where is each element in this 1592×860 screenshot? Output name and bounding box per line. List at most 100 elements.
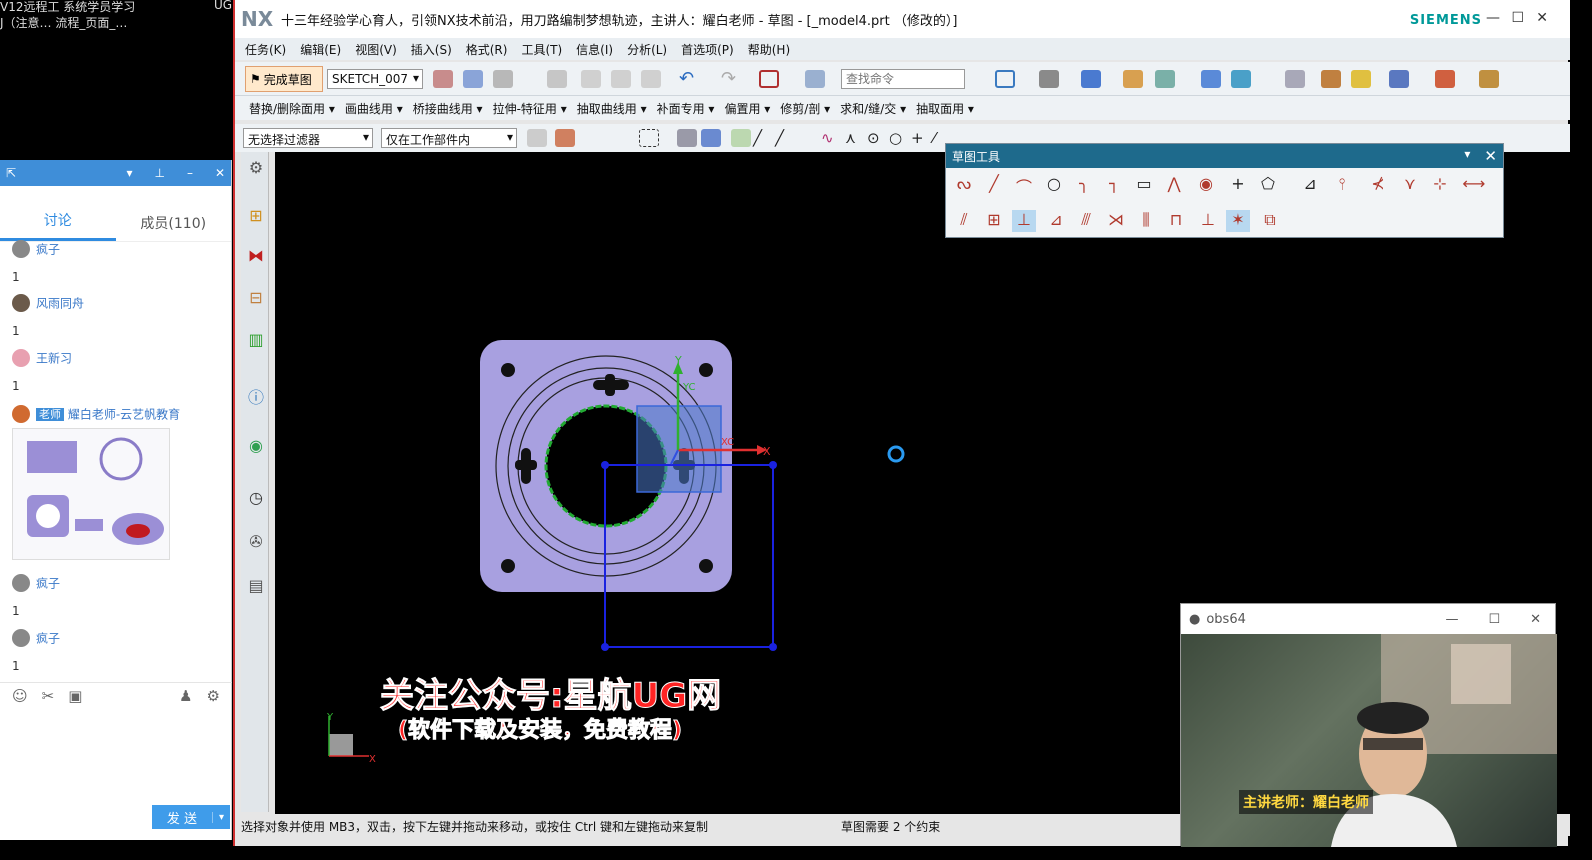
dimension-icon[interactable]: ⟷ (1462, 174, 1486, 196)
scope-select[interactable]: 仅在工作部件内 (381, 128, 517, 148)
shaded-icon[interactable] (1081, 70, 1101, 88)
menu-format[interactable]: 格式(R) (466, 41, 508, 58)
select-all-icon[interactable] (555, 129, 575, 147)
menu-view[interactable]: 视图(V) (355, 41, 397, 58)
fit-view-icon[interactable] (995, 70, 1015, 88)
tab-members[interactable]: 成员(110) (116, 213, 232, 241)
snap-line-icon[interactable]: ╱ (753, 129, 773, 147)
info-icon[interactable]: ⓘ (245, 384, 267, 407)
sketch-name-select[interactable]: SKETCH_007 (327, 69, 423, 89)
show-constraints-icon[interactable]: ⋊ (1104, 210, 1128, 232)
solid-select-icon[interactable] (677, 129, 697, 147)
snap-intersect-icon[interactable]: ⋏ (845, 129, 865, 147)
share-icon[interactable]: ⇱ (6, 166, 16, 180)
convert-reference-icon[interactable]: ⊓ (1164, 210, 1188, 232)
grid-icon[interactable] (1435, 70, 1455, 88)
menu-analysis[interactable]: 分析(L) (627, 41, 667, 58)
paste-icon[interactable] (641, 70, 661, 88)
geometric-constraint-icon[interactable]: ⊿ (1044, 210, 1068, 232)
snap-center-icon[interactable]: ⊙ (867, 129, 887, 147)
toolbar-bridge-curve[interactable]: 桥接曲线用 ▾ (413, 100, 483, 117)
snap-control-icon[interactable]: ∿ (821, 129, 841, 147)
menu-insert[interactable]: 插入(S) (411, 41, 452, 58)
point-icon[interactable]: + (1226, 174, 1250, 196)
quick-trim-icon[interactable]: ⊿ (1298, 174, 1322, 196)
save-icon[interactable] (547, 70, 567, 88)
snap-endpoint-icon[interactable] (731, 129, 751, 147)
snap-midpoint-icon[interactable]: ╱ (775, 129, 795, 147)
menu-preferences[interactable]: 首选项(P) (681, 41, 734, 58)
pattern-icon[interactable]: ⊞ (982, 210, 1006, 232)
alternate-solution-icon[interactable]: ⊥ (1196, 210, 1220, 232)
mirror-curve-icon[interactable]: ⊥ (1012, 210, 1036, 232)
pin-icon[interactable]: ⊥ (154, 166, 164, 180)
polygon-icon[interactable]: ⬠ (1256, 174, 1280, 196)
minimize-icon[interactable]: — (1445, 612, 1458, 627)
gear-icon[interactable]: ⚙ (245, 158, 267, 180)
chamfer-icon[interactable]: ┐ (1102, 174, 1126, 196)
circle-icon[interactable]: ○ (1042, 174, 1066, 196)
menu-help[interactable]: 帮助(H) (748, 41, 790, 58)
copy-icon[interactable] (611, 70, 631, 88)
section-icon[interactable] (1201, 70, 1221, 88)
table-icon[interactable] (1285, 70, 1305, 88)
close-icon[interactable]: ✕ (1484, 147, 1497, 165)
rectangle-icon[interactable]: ▭ (1132, 174, 1156, 196)
view-icon[interactable] (1155, 70, 1175, 88)
rectangle-select-icon[interactable] (639, 129, 659, 147)
toolbar-boolean[interactable]: 求和/缝/交 ▾ (840, 100, 906, 117)
derived-line-icon[interactable]: ⋎ (1398, 174, 1422, 196)
finish-sketch-button[interactable]: ⚑ 完成草图 (245, 66, 323, 92)
send-options-icon[interactable]: ▾ (212, 811, 230, 823)
dimension-icon[interactable] (1479, 70, 1499, 88)
polyline-icon[interactable]: ⋀ (1162, 174, 1186, 196)
measure-icon[interactable] (1321, 70, 1341, 88)
section-option-icon[interactable] (1231, 70, 1251, 88)
orient-view-icon[interactable] (433, 70, 453, 88)
assembly-navigator-icon[interactable]: ⧓ (245, 246, 267, 268)
roles-icon[interactable]: ▤ (245, 576, 267, 598)
type-filter-select[interactable]: 无选择过滤器 (243, 128, 373, 148)
relations-browser-icon[interactable]: ✶ (1226, 210, 1250, 232)
update-model-icon[interactable] (493, 70, 513, 88)
menu-task[interactable]: 任务(K) (245, 41, 286, 58)
toolbar-trim-split[interactable]: 修剪/剖 ▾ (780, 100, 830, 117)
redo-icon[interactable]: ↷ (721, 70, 741, 88)
image-icon[interactable]: ▣ (68, 687, 82, 705)
toolbar-draw-curve[interactable]: 画曲线用 ▾ (345, 100, 403, 117)
filter-reset-icon[interactable] (527, 129, 547, 147)
menu-edit[interactable]: 编辑(E) (300, 41, 341, 58)
close-icon[interactable]: ✕ (1536, 10, 1548, 26)
toolbar-extract-curve[interactable]: 抽取曲线用 ▾ (577, 100, 647, 117)
auto-dimension-icon[interactable]: ⫼ (1134, 210, 1158, 232)
ellipse-icon[interactable]: ◉ (1194, 174, 1218, 196)
snap-quadrant-icon[interactable]: ○ (889, 129, 909, 147)
toolbar-extract-face[interactable]: 抽取面用 ▾ (916, 100, 974, 117)
find-command-input[interactable] (841, 69, 965, 89)
shared-image[interactable] (12, 428, 170, 560)
line-icon[interactable]: ╱ (982, 174, 1006, 196)
fillet-icon[interactable]: ╮ (1072, 174, 1096, 196)
reattach-icon[interactable] (463, 70, 483, 88)
body-select-icon[interactable] (701, 129, 721, 147)
make-corner-icon[interactable]: ⊀ (1366, 174, 1390, 196)
constraint-navigator-icon[interactable]: ⊟ (245, 288, 267, 310)
scissors-icon[interactable]: ✂ (42, 687, 55, 705)
minimize-icon[interactable]: — (1486, 10, 1500, 26)
close-icon[interactable]: ✕ (215, 166, 225, 180)
inferred-settings-icon[interactable]: ⧉ (1258, 210, 1282, 232)
analysis-icon[interactable] (1351, 70, 1371, 88)
snap-point-icon[interactable]: + (911, 129, 931, 147)
emoji-icon[interactable]: ☺ (12, 687, 28, 705)
select-rectangle-icon[interactable] (759, 70, 779, 88)
profile-icon[interactable]: ᔓ (952, 174, 976, 196)
quick-extend-icon[interactable]: ⫯ (1330, 174, 1354, 196)
toolbar-extrude-feature[interactable]: 拉伸-特征用 ▾ (493, 100, 567, 117)
maximize-icon[interactable]: ☐ (1511, 10, 1524, 26)
part-navigator-icon[interactable]: ⊞ (245, 206, 267, 228)
close-icon[interactable]: ✕ (1530, 612, 1541, 627)
web-browser-icon[interactable]: ◉ (245, 436, 267, 458)
reuse-library-icon[interactable]: ▥ (245, 330, 267, 352)
snap-icon[interactable] (1389, 70, 1409, 88)
maximize-icon[interactable]: ☐ (1488, 612, 1500, 627)
